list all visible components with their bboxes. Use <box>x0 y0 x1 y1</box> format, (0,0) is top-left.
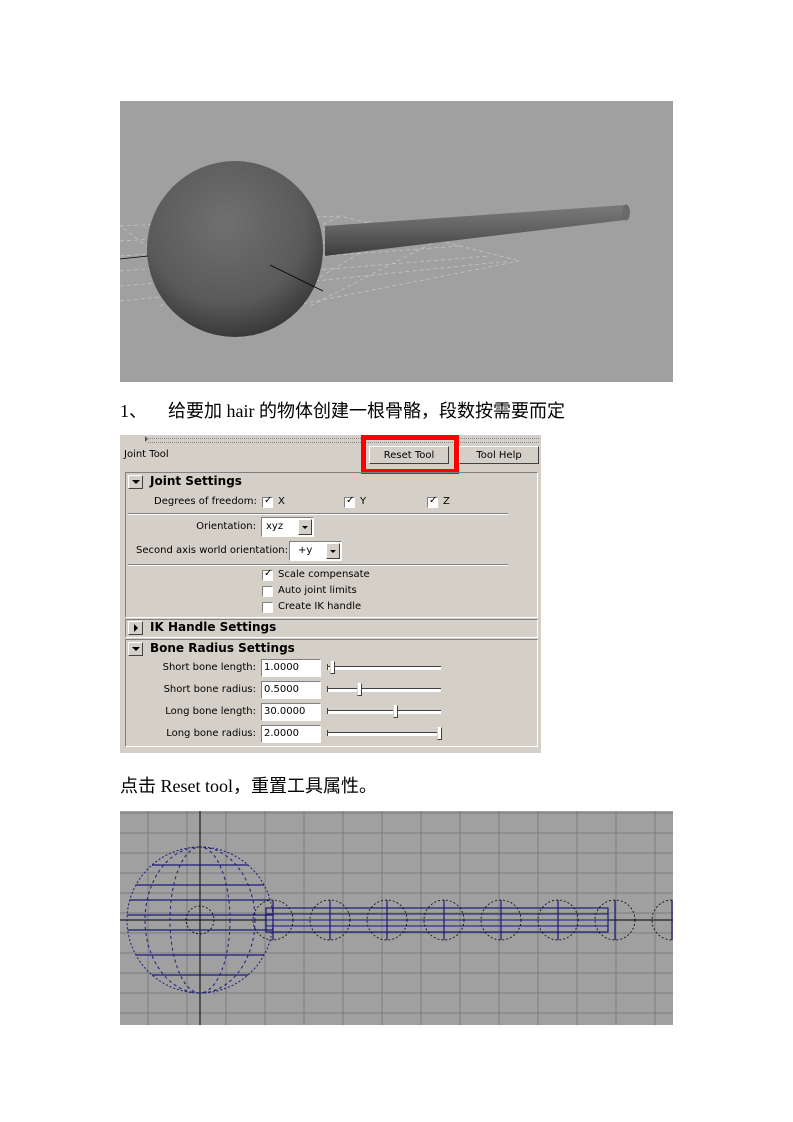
bone-radius-settings-section: Bone Radius Settings Short bone length: … <box>125 639 538 747</box>
short-bone-length-field[interactable]: 1.0000 <box>261 659 321 677</box>
shaded-scene-graphic <box>119 161 630 337</box>
create-ik-handle-label: Create IK handle <box>278 601 362 612</box>
chevron-down-icon[interactable] <box>326 543 340 559</box>
divider <box>128 564 508 566</box>
orientation-dropdown[interactable]: xyz <box>261 517 314 537</box>
long-bone-length-slider[interactable] <box>327 703 441 721</box>
slider-thumb[interactable] <box>330 661 336 674</box>
long-bone-radius-label: Long bone radius: <box>166 728 256 739</box>
scale-compensate-checkbox[interactable]: ✓ <box>262 568 273 581</box>
second-axis-label: Second axis world orientation: <box>136 545 288 556</box>
dof-x-label: X <box>278 496 285 507</box>
short-bone-length-slider[interactable] <box>327 659 441 677</box>
short-bone-radius-slider[interactable] <box>327 681 441 699</box>
divider <box>128 513 508 515</box>
auto-joint-limits-checkbox[interactable] <box>262 586 273 597</box>
cylinder-shape <box>325 205 629 256</box>
short-bone-length-label: Short bone length: <box>162 662 256 673</box>
viewport-screenshot-wireframe <box>120 811 693 1025</box>
joint-tool-settings-panel: Joint Tool Reset Tool Tool Help Joint Se… <box>120 435 541 753</box>
checkmark-icon: ✓ <box>264 568 273 579</box>
long-bone-length-label: Long bone length: <box>165 706 256 717</box>
sphere-shape <box>147 161 323 337</box>
orientation-label: Orientation: <box>196 521 256 532</box>
long-bone-radius-slider[interactable] <box>327 725 442 743</box>
section-title: Joint Settings <box>150 474 242 488</box>
dof-label: Degrees of freedom: <box>154 496 257 507</box>
scale-compensate-label: Scale compensate <box>278 569 370 580</box>
long-bone-length-field[interactable]: 30.0000 <box>261 703 321 721</box>
long-bone-radius-field[interactable]: 2.0000 <box>261 725 321 743</box>
orientation-value: xyz <box>266 521 284 532</box>
ik-handle-settings-section: IK Handle Settings <box>125 619 538 638</box>
viewport-screenshot-shaded <box>119 101 673 382</box>
tool-help-button[interactable]: Tool Help <box>459 446 539 464</box>
triangle-right-icon <box>134 624 138 632</box>
tool-title: Joint Tool <box>124 449 169 460</box>
dof-z-checkbox[interactable]: ✓ <box>427 495 438 508</box>
slider-thumb[interactable] <box>393 705 398 718</box>
triangle-down-icon <box>132 480 140 484</box>
dof-y-checkbox[interactable]: ✓ <box>344 495 355 508</box>
step-number: 1、 <box>120 401 147 421</box>
slider-thumb[interactable] <box>356 683 362 696</box>
panel-drag-bar[interactable] <box>148 438 539 443</box>
step-1-caption: 1、 给要加 hair 的物体创建一根骨骼，段数按需要而定 <box>120 397 565 423</box>
expand-toggle-button[interactable] <box>128 475 143 489</box>
triangle-down-icon <box>132 647 140 651</box>
section-title: IK Handle Settings <box>150 620 277 634</box>
checkmark-icon: ✓ <box>264 495 273 506</box>
chevron-down-icon[interactable] <box>298 519 312 535</box>
section-title: Bone Radius Settings <box>150 641 295 655</box>
step-1-text: 给要加 hair 的物体创建一根骨骼，段数按需要而定 <box>168 401 565 421</box>
expand-toggle-button[interactable] <box>128 621 143 635</box>
expand-toggle-button[interactable] <box>128 642 143 656</box>
slider-thumb[interactable] <box>437 727 442 740</box>
dof-x-checkbox[interactable]: ✓ <box>262 495 273 508</box>
checkmark-icon: ✓ <box>346 495 355 506</box>
second-axis-dropdown[interactable]: +y <box>289 541 342 561</box>
create-ik-handle-checkbox[interactable] <box>262 602 273 613</box>
short-bone-radius-label: Short bone radius: <box>163 684 256 695</box>
step-2-caption: 点击 Reset tool，重置工具属性。 <box>120 776 377 796</box>
second-axis-value: +y <box>298 545 313 556</box>
short-bone-radius-field[interactable]: 0.5000 <box>261 681 321 699</box>
auto-joint-limits-label: Auto joint limits <box>278 585 357 596</box>
reset-tool-button[interactable]: Reset Tool <box>369 446 449 464</box>
wireframe-scene-graphic <box>120 811 693 1025</box>
checkmark-icon: ✓ <box>429 495 438 506</box>
dof-z-label: Z <box>443 496 450 507</box>
joint-settings-section: Joint Settings Degrees of freedom: ✓ X ✓… <box>125 472 538 618</box>
dof-y-label: Y <box>360 496 367 507</box>
